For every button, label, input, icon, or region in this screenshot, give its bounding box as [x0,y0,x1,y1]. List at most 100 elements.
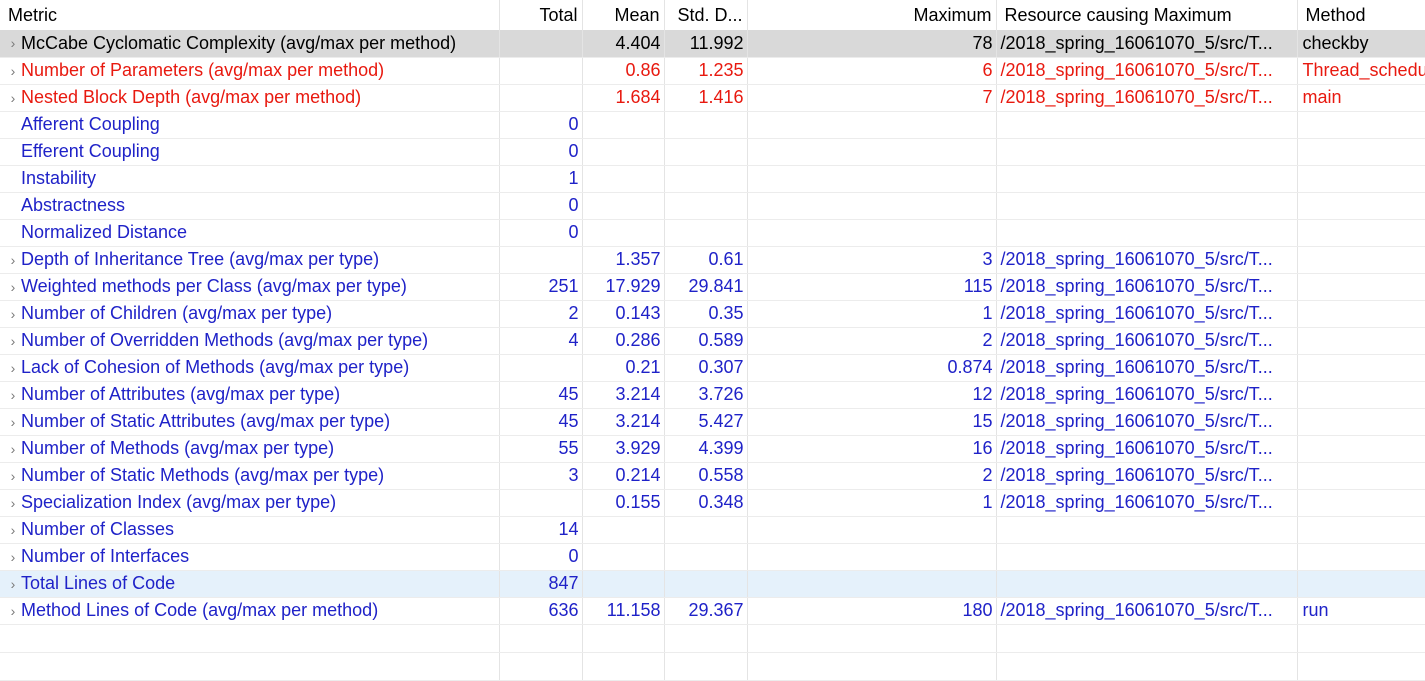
mean-value: 1.684 [582,84,665,112]
std-dev-value [664,192,748,220]
maximum-value [747,192,997,220]
chevron-right-icon[interactable]: › [5,35,21,51]
mean-value: 0.214 [582,462,665,490]
chevron-right-icon[interactable]: › [5,522,21,538]
metric-name: Number of Attributes (avg/max per type) [21,384,341,404]
mean-value: 0.155 [582,489,665,517]
resource-value: /2018_spring_16061070_5/src/T... [996,300,1298,328]
total-value: 0 [499,111,583,139]
column-header-metric[interactable]: Metric [0,0,500,30]
column-header-std-dev[interactable]: Std. D... [664,0,748,30]
maximum-value: 6 [747,57,997,85]
chevron-right-icon[interactable]: › [5,576,21,592]
method-value [1297,165,1425,193]
metrics-table: Metric Total Mean Std. D... Maximum Reso… [0,0,1425,681]
method-value [1297,435,1425,463]
table-row[interactable]: Instability 1 [0,165,1425,193]
column-header-maximum[interactable]: Maximum [747,0,997,30]
resource-value: /2018_spring_16061070_5/src/T... [996,57,1298,85]
method-value [1297,516,1425,544]
std-dev-value: 29.841 [664,273,748,301]
mean-value: 3.214 [582,381,665,409]
chevron-right-icon[interactable]: › [5,333,21,349]
table-row[interactable]: › Number of Attributes (avg/max per type)… [0,381,1425,409]
table-row[interactable]: Normalized Distance 0 [0,219,1425,247]
maximum-value: 2 [747,462,997,490]
metric-name: Number of Classes [21,519,175,539]
table-row[interactable]: › McCabe Cyclomatic Complexity (avg/max p… [0,30,1425,58]
chevron-right-icon[interactable]: › [5,252,21,268]
metric-name: Number of Interfaces [21,546,190,566]
table-row[interactable]: › Depth of Inheritance Tree (avg/max per … [0,246,1425,274]
resource-value: /2018_spring_16061070_5/src/T... [996,327,1298,355]
std-dev-value [664,516,748,544]
empty-row [0,652,1425,681]
method-value [1297,219,1425,247]
maximum-value: 15 [747,408,997,436]
resource-value: /2018_spring_16061070_5/src/T... [996,435,1298,463]
chevron-right-icon[interactable]: › [5,90,21,106]
method-value [1297,111,1425,139]
total-value: 0 [499,543,583,571]
metric-name: Number of Static Methods (avg/max per ty… [21,465,385,485]
mean-value: 17.929 [582,273,665,301]
std-dev-value: 0.589 [664,327,748,355]
metric-name: Total Lines of Code [21,573,176,593]
table-row[interactable]: › Number of Children (avg/max per type) 2… [0,300,1425,328]
resource-value: /2018_spring_16061070_5/src/T... [996,246,1298,274]
chevron-right-icon[interactable]: › [5,306,21,322]
maximum-value [747,165,997,193]
maximum-value: 7 [747,84,997,112]
resource-value [996,219,1298,247]
column-header-resource[interactable]: Resource causing Maximum [996,0,1298,30]
std-dev-value: 29.367 [664,597,748,625]
chevron-right-icon[interactable]: › [5,495,21,511]
maximum-value: 180 [747,597,997,625]
column-header-total[interactable]: Total [499,0,583,30]
table-row[interactable]: › Specialization Index (avg/max per type)… [0,489,1425,517]
table-row[interactable]: › Method Lines of Code (avg/max per metho… [0,597,1425,625]
chevron-right-icon[interactable]: › [5,387,21,403]
resource-value [996,165,1298,193]
column-header-mean[interactable]: Mean [582,0,665,30]
total-value: 45 [499,381,583,409]
table-row[interactable]: › Weighted methods per Class (avg/max per… [0,273,1425,301]
chevron-right-icon[interactable]: › [5,414,21,430]
table-row[interactable]: Afferent Coupling 0 [0,111,1425,139]
chevron-right-icon[interactable]: › [5,441,21,457]
chevron-right-icon[interactable]: › [5,603,21,619]
mean-value [582,192,665,220]
metric-name: McCabe Cyclomatic Complexity (avg/max pe… [21,32,457,53]
method-value [1297,489,1425,517]
mean-value [582,543,665,571]
chevron-right-icon[interactable]: › [5,549,21,565]
resource-value: /2018_spring_16061070_5/src/T... [996,462,1298,490]
chevron-right-icon[interactable]: › [5,468,21,484]
table-row[interactable]: › Number of Interfaces 0 [0,543,1425,571]
mean-value [582,516,665,544]
table-row[interactable]: Efferent Coupling 0 [0,138,1425,166]
table-row[interactable]: › Number of Overridden Methods (avg/max p… [0,327,1425,355]
chevron-right-icon[interactable]: › [5,63,21,79]
table-row[interactable]: › Number of Methods (avg/max per type) 55… [0,435,1425,463]
resource-value: /2018_spring_16061070_5/src/T... [996,84,1298,112]
column-header-method[interactable]: Method [1297,0,1425,30]
table-row[interactable]: › Total Lines of Code 847 [0,570,1425,598]
metric-name: Number of Methods (avg/max per type) [21,438,335,458]
resource-value [996,543,1298,571]
std-dev-value [664,111,748,139]
table-row[interactable]: Abstractness 0 [0,192,1425,220]
table-row[interactable]: › Number of Classes 14 [0,516,1425,544]
table-row[interactable]: › Number of Static Methods (avg/max per t… [0,462,1425,490]
mean-value: 3.214 [582,408,665,436]
method-value: main [1297,84,1425,112]
table-row[interactable]: › Lack of Cohesion of Methods (avg/max pe… [0,354,1425,382]
metric-name: Number of Overridden Methods (avg/max pe… [21,330,429,350]
chevron-right-icon[interactable]: › [5,279,21,295]
table-row[interactable]: › Number of Static Attributes (avg/max pe… [0,408,1425,436]
chevron-right-icon[interactable]: › [5,360,21,376]
table-row[interactable]: › Nested Block Depth (avg/max per method)… [0,84,1425,112]
metric-name: Normalized Distance [21,222,188,242]
table-row[interactable]: › Number of Parameters (avg/max per metho… [0,57,1425,85]
maximum-value: 115 [747,273,997,301]
